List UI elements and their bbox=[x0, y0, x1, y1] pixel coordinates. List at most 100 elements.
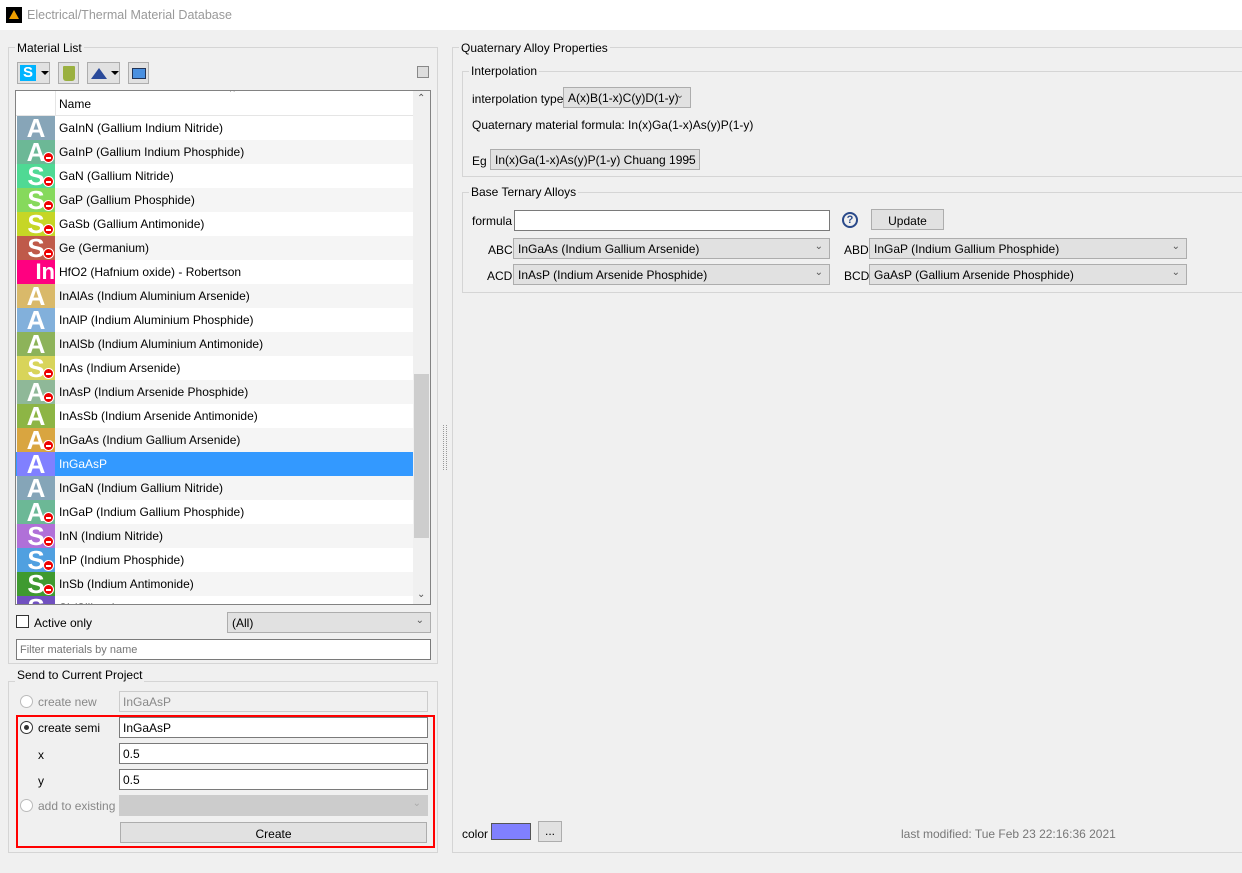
material-name: InAs (Indium Arsenide) bbox=[59, 361, 181, 375]
list-item[interactable]: A InGaAs (Indium Gallium Arsenide) bbox=[16, 428, 413, 452]
material-name: InN (Indium Nitride) bbox=[59, 529, 164, 543]
list-item[interactable]: S Ge (Germanium) bbox=[16, 236, 413, 260]
active-only-checkbox[interactable] bbox=[16, 615, 29, 628]
list-item[interactable]: A InAsSb (Indium Arsenide Antimonide) bbox=[16, 404, 413, 428]
chevron-down-icon: ⌄ bbox=[1171, 267, 1180, 278]
scroll-down-icon[interactable]: ⌄ bbox=[417, 589, 425, 600]
list-item[interactable]: A InGaAsP bbox=[16, 452, 413, 476]
inactive-badge-icon bbox=[43, 200, 54, 211]
list-item[interactable]: S GaP (Gallium Phosphide) bbox=[16, 188, 413, 212]
caret-down-icon bbox=[111, 71, 119, 75]
inactive-badge-icon bbox=[43, 176, 54, 187]
inactive-badge-icon bbox=[43, 536, 54, 547]
acd-label: ACD bbox=[487, 269, 513, 283]
interp-type-select[interactable]: A(x)B(1-x)C(y)D(1-y) ⌄ bbox=[563, 87, 691, 108]
chevron-down-icon: ⌄ bbox=[814, 267, 823, 278]
y-input[interactable]: 0.5 bbox=[119, 769, 428, 790]
create-semi-label: create semi bbox=[38, 721, 101, 735]
list-item[interactable]: S GaN (Gallium Nitride) bbox=[16, 164, 413, 188]
import-dropdown-button[interactable] bbox=[87, 62, 120, 84]
scroll-up-icon[interactable]: ⌃ bbox=[417, 93, 425, 104]
sort-ascending-icon: ^ bbox=[230, 90, 235, 98]
splitter-handle[interactable] bbox=[443, 425, 447, 470]
abd-select[interactable]: InGaP (Indium Gallium Phosphide) ⌄ bbox=[869, 238, 1187, 259]
material-type-icon: A bbox=[17, 116, 55, 140]
material-name: InGaAsP bbox=[59, 457, 108, 471]
inactive-badge-icon bbox=[43, 392, 54, 403]
category-select[interactable]: (All) ⌄ bbox=[227, 612, 431, 633]
list-item[interactable]: In HfO2 (Hafnium oxide) - Robertson bbox=[16, 260, 413, 284]
eg-select[interactable]: In(x)Ga(1-x)As(y)P(1-y) Chuang 1995 ⌄ bbox=[490, 149, 700, 170]
list-item[interactable]: A GaInN (Gallium Indium Nitride) bbox=[16, 116, 413, 140]
list-item[interactable]: A GaInP (Gallium Indium Phosphide) bbox=[16, 140, 413, 164]
list-item[interactable]: A InGaP (Indium Gallium Phosphide) bbox=[16, 500, 413, 524]
eg-label: Eg bbox=[472, 154, 487, 168]
x-label: x bbox=[38, 748, 44, 762]
chevron-down-icon: ⌄ bbox=[412, 798, 421, 809]
material-name: GaInN (Gallium Indium Nitride) bbox=[59, 121, 224, 135]
title-bar: Electrical/Thermal Material Database bbox=[0, 0, 1242, 30]
material-name: InAlP (Indium Aluminium Phosphide) bbox=[59, 313, 254, 327]
material-name: InAsSb (Indium Arsenide Antimonide) bbox=[59, 409, 258, 423]
abc-select[interactable]: InGaAs (Indium Gallium Arsenide) ⌄ bbox=[513, 238, 830, 259]
material-name: InP (Indium Phosphide) bbox=[59, 553, 185, 567]
material-type-icon: S bbox=[17, 596, 55, 604]
bcd-value: GaAsP (Gallium Arsenide Phosphide) bbox=[874, 268, 1074, 282]
create-semi-input[interactable]: InGaAsP bbox=[119, 717, 428, 738]
material-name: InGaAs (Indium Gallium Arsenide) bbox=[59, 433, 241, 447]
color-picker-button[interactable]: ... bbox=[538, 821, 562, 842]
material-type-icon: In bbox=[17, 260, 55, 284]
create-new-radio[interactable] bbox=[20, 695, 33, 708]
caret-down-icon bbox=[41, 71, 49, 75]
help-icon[interactable]: ? bbox=[842, 212, 858, 228]
create-semi-radio[interactable] bbox=[20, 721, 33, 734]
collapse-panel-icon[interactable] bbox=[417, 66, 429, 78]
create-button[interactable]: Create bbox=[120, 822, 427, 843]
list-item[interactable]: S Si (Silicon) bbox=[16, 596, 413, 604]
formula-text: Quaternary material formula: In(x)Ga(1-x… bbox=[472, 118, 754, 132]
list-item[interactable]: S InN (Indium Nitride) bbox=[16, 524, 413, 548]
delete-button[interactable] bbox=[58, 62, 79, 84]
bcd-select[interactable]: GaAsP (Gallium Arsenide Phosphide) ⌄ bbox=[869, 264, 1187, 285]
filter-input[interactable] bbox=[16, 639, 431, 660]
bcd-label: BCD bbox=[844, 269, 870, 283]
s-icon: S bbox=[20, 65, 36, 81]
active-only-label: Active only bbox=[34, 616, 93, 630]
update-button[interactable]: Update bbox=[871, 209, 944, 230]
create-new-input[interactable]: InGaAsP bbox=[119, 691, 428, 712]
x-input[interactable]: 0.5 bbox=[119, 743, 428, 764]
list-item[interactable]: S InP (Indium Phosphide) bbox=[16, 548, 413, 572]
open-folder-button[interactable] bbox=[128, 62, 149, 84]
color-swatch[interactable] bbox=[491, 823, 531, 840]
new-material-dropdown-button[interactable]: S bbox=[17, 62, 50, 84]
folder-icon bbox=[132, 68, 146, 79]
formula-input[interactable] bbox=[514, 210, 830, 231]
column-header-name[interactable]: Name bbox=[59, 97, 91, 111]
list-scrollbar[interactable]: ⌃ ⌄ bbox=[413, 91, 430, 604]
chevron-down-icon: ⌄ bbox=[1171, 241, 1180, 252]
material-name: GaSb (Gallium Antimonide) bbox=[59, 217, 205, 231]
material-type-icon: A bbox=[17, 404, 55, 428]
existing-select[interactable]: ⌄ bbox=[119, 795, 428, 816]
list-item[interactable]: S InAs (Indium Arsenide) bbox=[16, 356, 413, 380]
material-type-icon: A bbox=[17, 332, 55, 356]
inactive-badge-icon bbox=[43, 248, 54, 259]
list-item[interactable]: S InSb (Indium Antimonide) bbox=[16, 572, 413, 596]
y-label: y bbox=[38, 774, 44, 788]
list-item[interactable]: A InGaN (Indium Gallium Nitride) bbox=[16, 476, 413, 500]
list-item[interactable]: A InAsP (Indium Arsenide Phosphide) bbox=[16, 380, 413, 404]
material-list[interactable]: Name ^ A GaInN (Gallium Indium Nitride) A G… bbox=[15, 90, 431, 605]
material-type-icon: A bbox=[17, 284, 55, 308]
material-name: Si (Silicon) bbox=[59, 601, 116, 604]
list-item[interactable]: A InAlP (Indium Aluminium Phosphide) bbox=[16, 308, 413, 332]
inactive-badge-icon bbox=[43, 152, 54, 163]
add-existing-label: add to existing bbox=[38, 799, 116, 813]
list-item[interactable]: A InAlAs (Indium Aluminium Arsenide) bbox=[16, 284, 413, 308]
scrollbar-thumb[interactable] bbox=[414, 374, 429, 538]
formula-label: formula bbox=[472, 214, 513, 228]
ternary-title: Base Ternary Alloys bbox=[469, 185, 579, 199]
add-existing-radio[interactable] bbox=[20, 799, 33, 812]
acd-select[interactable]: InAsP (Indium Arsenide Phosphide) ⌄ bbox=[513, 264, 830, 285]
list-item[interactable]: S GaSb (Gallium Antimonide) bbox=[16, 212, 413, 236]
list-item[interactable]: A InAlSb (Indium Aluminium Antimonide) bbox=[16, 332, 413, 356]
